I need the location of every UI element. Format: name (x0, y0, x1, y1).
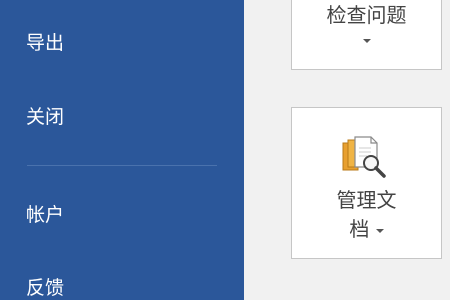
sidebar-item-export[interactable]: 导出 (26, 31, 64, 55)
chevron-down-icon[interactable] (362, 38, 371, 43)
sidebar-divider (27, 165, 217, 166)
manage-document-icon (342, 136, 386, 178)
sidebar-item-feedback[interactable]: 反馈 (26, 276, 64, 300)
backstage-sidebar: 导出 关闭 帐户 反馈 (0, 0, 244, 300)
inspect-document-label: 检查问题 (326, 3, 407, 27)
manage-document-label-line1: 管理文 (336, 188, 397, 212)
content-area: 检查问题 管理文 档 (244, 0, 450, 300)
manage-document-label-line2: 档 (349, 217, 370, 241)
inspect-document-button[interactable]: 检查问题 (291, 0, 442, 70)
manage-document-button[interactable]: 管理文 档 (291, 107, 442, 259)
sidebar-item-close[interactable]: 关闭 (26, 105, 64, 129)
sidebar-item-account[interactable]: 帐户 (26, 203, 64, 227)
chevron-down-icon[interactable] (375, 228, 384, 233)
